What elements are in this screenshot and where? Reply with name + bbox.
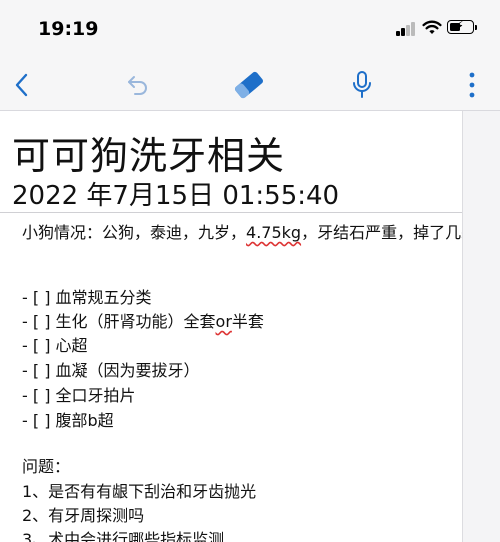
checklist-item[interactable]: - [ ] 全口牙拍片 xyxy=(22,382,136,406)
chevron-left-icon xyxy=(15,73,28,97)
checklist-item[interactable]: - [ ] 腹部b超 xyxy=(22,407,114,431)
battery-icon: ⚡ xyxy=(447,19,474,34)
eraser-icon xyxy=(235,71,263,99)
back-button[interactable] xyxy=(2,66,42,104)
question-item[interactable]: 1、是否有有龈下刮治和牙齿抛光 xyxy=(22,478,256,502)
note-page[interactable]: 可可狗洗牙相关 2022 年7月15日 01:55:40 小狗情况：公狗，泰迪，… xyxy=(0,111,462,542)
status-bar: 19:19 ⚡ xyxy=(0,0,500,60)
checklist-item[interactable]: - [ ] 生化（肝肾功能）全套or半套 xyxy=(22,308,264,332)
checklist-item[interactable]: - [ ] 心超 xyxy=(22,332,88,356)
question-item[interactable]: 3、术中会进行哪些指标监测 xyxy=(22,526,224,542)
wifi-icon xyxy=(422,20,442,34)
status-time: 19:19 xyxy=(38,18,99,40)
dog-weight: 4.75kg xyxy=(246,223,302,242)
dog-info-line[interactable]: 小狗情况：公狗，泰迪，九岁，4.75kg，牙结石严重，掉了几颗 xyxy=(22,219,462,243)
dog-info-suffix: ，牙结石严重，掉了几颗 xyxy=(301,223,462,242)
cellular-signal-icon xyxy=(396,22,416,36)
checklist-item[interactable]: - [ ] 血常规五分类 xyxy=(22,284,152,308)
notes-screen: 19:19 ⚡ 可可狗洗牙相关 2022 年7月15日 01:55:40 小狗情… xyxy=(0,0,500,542)
more-button[interactable] xyxy=(452,66,492,104)
charging-bolt-icon: ⚡ xyxy=(455,19,465,34)
undo-icon xyxy=(128,76,147,95)
dog-info-prefix: 小狗情况：公狗，泰迪，九岁， xyxy=(22,223,247,242)
more-vertical-icon xyxy=(469,72,475,98)
dictation-button[interactable] xyxy=(342,66,382,104)
checklist-item-text: - [ ] 生化（肝肾功能）全套or半套 xyxy=(22,312,264,331)
checklist-item[interactable]: - [ ] 血凝（因为要拔牙） xyxy=(22,357,200,381)
header-divider xyxy=(0,212,462,213)
microphone-icon xyxy=(353,71,371,98)
note-title[interactable]: 可可狗洗牙相关 xyxy=(12,125,285,180)
question-item[interactable]: 2、有牙周探测吗 xyxy=(22,502,144,526)
questions-heading[interactable]: 问题： xyxy=(22,453,70,477)
page-edge xyxy=(462,111,500,542)
note-date: 2022 年7月15日 01:55:40 xyxy=(12,181,340,211)
note-toolbar xyxy=(0,60,500,111)
undo-button[interactable] xyxy=(118,66,158,104)
eraser-button[interactable] xyxy=(229,66,269,104)
